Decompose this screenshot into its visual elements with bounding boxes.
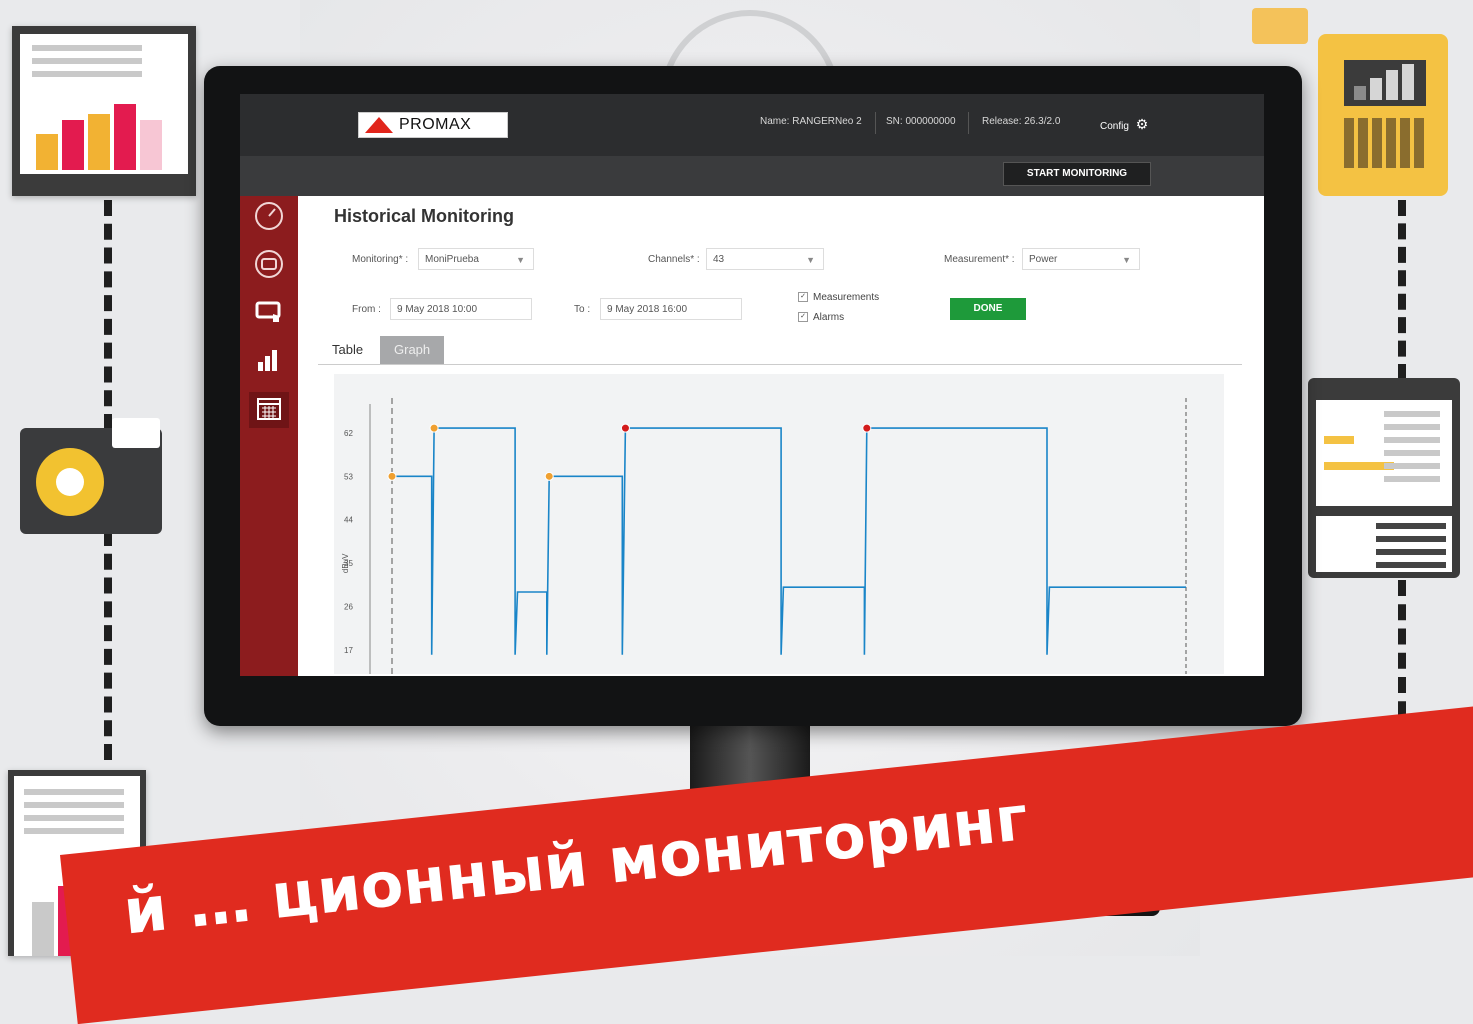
alarms-check-label: Alarms — [813, 312, 845, 323]
config-label: Config — [1100, 121, 1129, 132]
document-icon — [1308, 378, 1460, 578]
monitor-touch-icon[interactable] — [249, 296, 289, 332]
measurement-value: Power — [1029, 254, 1058, 265]
connector-line — [104, 200, 112, 430]
y-tick-label: 62 — [344, 429, 353, 438]
alarm-marker — [429, 423, 439, 433]
done-button[interactable]: DONE — [950, 298, 1026, 320]
calendar-icon[interactable] — [249, 392, 289, 428]
alarm-marker — [620, 423, 630, 433]
monitoring-value: MoniPrueba — [425, 254, 479, 265]
divider — [968, 112, 969, 134]
to-date-input[interactable]: 9 May 2018 16:00 — [600, 298, 742, 320]
logo-triangle-icon — [365, 117, 393, 133]
y-tick-label: 53 — [344, 472, 353, 481]
logo-text: PROMAX — [399, 116, 472, 133]
channels-label: Channels* : — [648, 254, 700, 265]
y-axis-label: dBuV — [341, 553, 350, 573]
y-tick-label: 26 — [344, 603, 353, 612]
bar-chart-icon[interactable] — [249, 344, 289, 380]
alarm-marker — [387, 471, 397, 481]
alarms-checkbox[interactable]: ✓ Alarms — [798, 312, 844, 323]
channels-value: 43 — [713, 254, 725, 265]
connector-line — [1398, 200, 1406, 380]
chevron-down-icon: ▼ — [1122, 255, 1131, 265]
app-header: PROMAX Name: RANGERNeo 2 SN: 000000000 R… — [240, 94, 1264, 156]
monitoring-select[interactable]: MoniPrueba ▼ — [418, 248, 534, 270]
gear-icon: ⚙ — [1135, 116, 1149, 132]
channels-select[interactable]: 43 ▼ — [706, 248, 824, 270]
release-version: Release: 26.3/2.0 — [982, 116, 1061, 127]
from-date-input[interactable]: 9 May 2018 10:00 — [390, 298, 532, 320]
from-label: From : — [352, 304, 381, 315]
serial-number: SN: 000000000 — [886, 116, 956, 127]
measurement-select[interactable]: Power ▼ — [1022, 248, 1140, 270]
y-tick-label: 17 — [344, 646, 353, 655]
chevron-down-icon: ▼ — [516, 255, 525, 265]
alarm-marker — [544, 471, 554, 481]
y-tick-label: 44 — [344, 516, 353, 525]
promax-logo[interactable]: PROMAX — [358, 112, 508, 138]
tab-table[interactable]: Table — [318, 336, 377, 364]
tab-divider — [318, 364, 1242, 365]
main-content: Historical Monitoring Monitoring* : Moni… — [298, 196, 1264, 676]
to-label: To : — [574, 304, 591, 315]
app-screen: PROMAX Name: RANGERNeo 2 SN: 000000000 R… — [240, 94, 1264, 676]
alarm-marker — [862, 423, 872, 433]
screen-icon[interactable] — [249, 248, 289, 284]
toolbar: START MONITORING — [240, 156, 1264, 196]
measurements-check-label: Measurements — [813, 292, 880, 303]
check-icon: ✓ — [798, 292, 808, 303]
chevron-down-icon: ▼ — [806, 255, 815, 265]
bar-chart-card-icon — [1318, 34, 1448, 196]
to-date-value: 9 May 2018 16:00 — [607, 304, 688, 315]
config-button[interactable]: Config ⚙ — [1100, 116, 1148, 133]
measurements-checkbox[interactable]: ✓ Measurements — [798, 292, 879, 303]
monitor-illustration-icon — [12, 26, 196, 196]
gauge-icon[interactable] — [249, 200, 289, 236]
device-name: Name: RANGERNeo 2 — [760, 116, 862, 127]
tab-graph[interactable]: Graph — [380, 336, 445, 364]
connector-line — [104, 530, 112, 760]
camera-icon — [20, 418, 162, 534]
start-monitoring-button[interactable]: START MONITORING — [1003, 162, 1151, 186]
measurement-label: Measurement* : — [944, 254, 1015, 265]
chart-svg: 625344352617dBuV — [341, 398, 1187, 674]
page-title: Historical Monitoring — [334, 206, 514, 226]
power-chart: 62 53 44 35 26 17 dBuV — [334, 374, 1224, 674]
monitoring-label: Monitoring* : — [352, 254, 409, 265]
divider — [875, 112, 876, 134]
series-line — [392, 427, 1186, 655]
chart-card-icon — [1252, 8, 1308, 44]
check-icon: ✓ — [798, 312, 808, 323]
from-date-value: 9 May 2018 10:00 — [397, 304, 478, 315]
sidebar — [240, 196, 298, 676]
